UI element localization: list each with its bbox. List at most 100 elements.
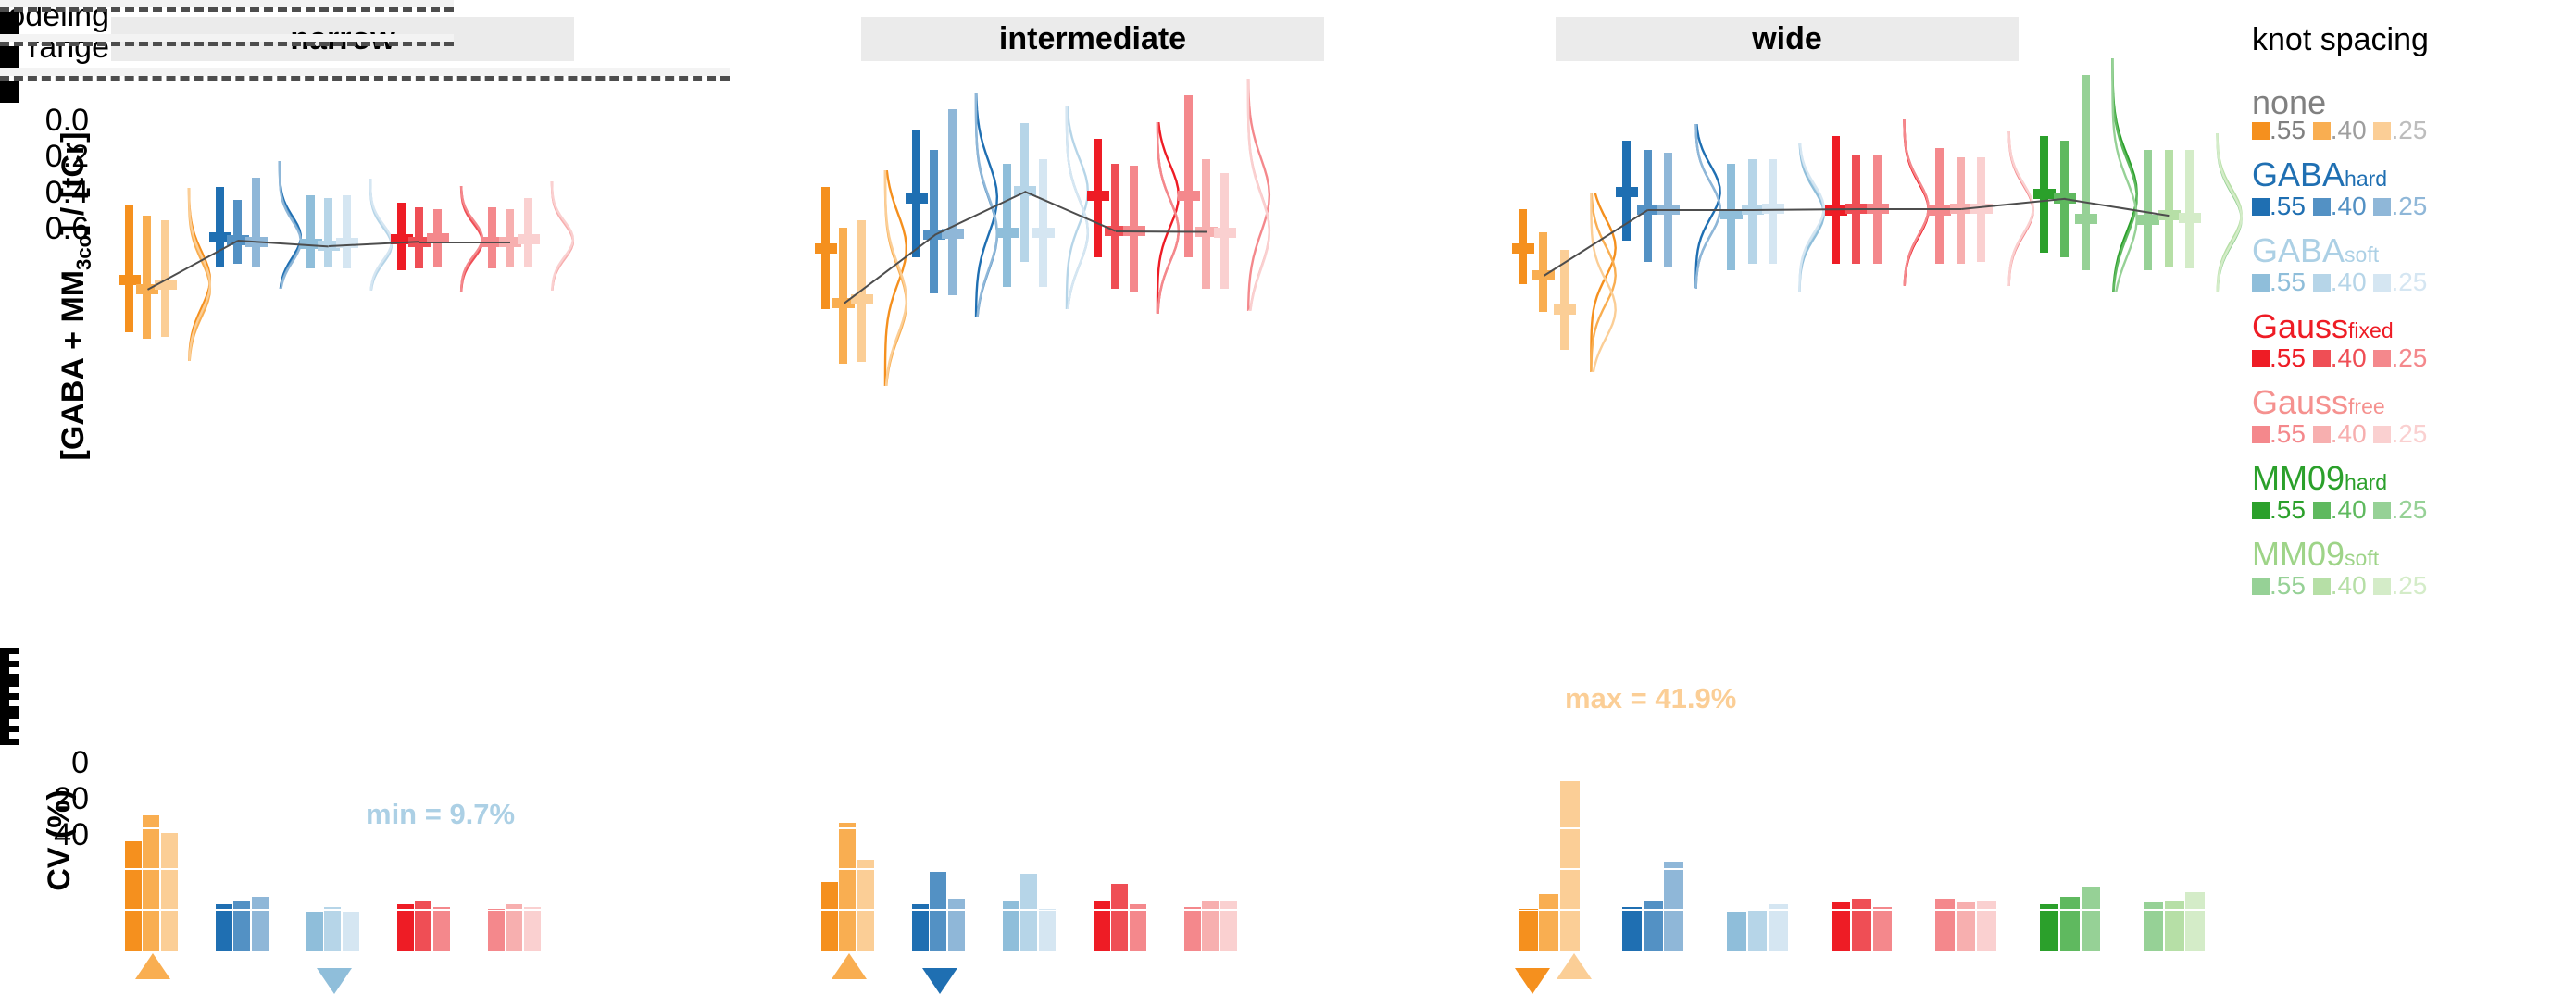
range-bar	[125, 205, 133, 332]
violin-density	[2006, 131, 2037, 286]
legend-swatch-40[interactable]	[2313, 122, 2331, 140]
cv-bar	[1957, 902, 1976, 909]
cv-bar	[324, 907, 341, 909]
median-marker	[1214, 228, 1236, 238]
legend-key-label: .40	[2331, 495, 2367, 524]
legend-swatch-55[interactable]	[2252, 426, 2270, 443]
violin-outline	[279, 161, 300, 289]
legend-swatch-40[interactable]	[2313, 578, 2331, 595]
y-tick-mark-bottom	[0, 648, 19, 654]
violin-outline	[2008, 131, 2032, 286]
median-marker	[2137, 215, 2159, 225]
median-marker	[2075, 214, 2097, 224]
legend-swatch-40[interactable]	[2313, 426, 2331, 443]
legend-swatch-25[interactable]	[2373, 502, 2391, 519]
violin-density	[1901, 119, 1932, 286]
y-tick-mark-bottom	[0, 713, 19, 719]
legend-group-gauss-fixed[interactable]: Gaussfixed.55 .40 .25	[2252, 309, 2576, 372]
legend-key-label: .40	[2331, 116, 2367, 144]
cv-bar	[1560, 781, 1580, 827]
legend-key-row: .55 .40 .25	[2252, 117, 2576, 144]
violin-outline	[1247, 79, 1269, 311]
legend-group-subscript: hard	[2345, 470, 2387, 494]
cv-bar	[2040, 904, 2059, 909]
cv-bar	[857, 860, 874, 868]
violin-outline	[884, 170, 906, 387]
violin-outline	[369, 179, 391, 291]
cv-bar	[930, 872, 946, 909]
y-tick-label-bottom: 0	[0, 745, 89, 781]
legend-group-title: GABAsoft	[2252, 233, 2576, 272]
range-bar	[930, 150, 938, 293]
y-tick-label-top: 0.6	[0, 211, 89, 247]
y-tick-label-top: 0.2	[0, 139, 89, 175]
cv-bar	[1094, 901, 1110, 909]
median-connector	[419, 242, 510, 243]
legend-swatch-55[interactable]	[2252, 502, 2270, 519]
legend-swatch-40[interactable]	[2313, 274, 2331, 292]
cv-bar	[433, 907, 450, 909]
violin-density	[1796, 143, 1828, 292]
legend-swatch-55[interactable]	[2252, 350, 2270, 367]
cv-bar	[1852, 899, 1871, 909]
legend-group-subscript: soft	[2345, 242, 2379, 267]
legend-swatch-25[interactable]	[2373, 274, 2391, 292]
legend-swatch-25[interactable]	[2373, 578, 2391, 595]
cv-bar	[1560, 829, 1580, 868]
cv-bar	[252, 897, 269, 909]
legend-swatch-40[interactable]	[2313, 350, 2331, 367]
legend-group-gauss-free[interactable]: Gaussfree.55 .40 .25	[2252, 385, 2576, 448]
legend-key-row: .55 .40 .25	[2252, 572, 2576, 600]
cv-bar	[1202, 911, 1219, 951]
legend-group-none[interactable]: none.55 .40 .25	[2252, 85, 2576, 144]
range-bar	[1184, 95, 1193, 257]
legend-swatch-25[interactable]	[2373, 198, 2391, 216]
median-marker	[2033, 189, 2056, 199]
legend-group-name: MM09	[2252, 459, 2345, 497]
legend-key-label: .25	[2391, 192, 2427, 220]
legend-group-subscript: soft	[2345, 546, 2379, 570]
legend-swatch-40[interactable]	[2313, 502, 2331, 519]
cv-bar	[1184, 907, 1201, 909]
violin-density	[549, 181, 576, 291]
legend-key-label: .40	[2331, 571, 2367, 600]
cv-bar	[1664, 911, 1683, 951]
cv-bar	[1832, 911, 1851, 951]
cv-bar	[1644, 911, 1663, 951]
median-marker	[2179, 213, 2201, 223]
y-tick-mark-bottom	[0, 693, 19, 700]
legend-group-name: GABA	[2252, 231, 2345, 269]
cv-bar	[1039, 911, 1056, 951]
legend-swatch-55[interactable]	[2252, 198, 2270, 216]
range-bar	[343, 195, 351, 268]
legend-key-label: .55	[2270, 495, 2306, 524]
legend-swatch-55[interactable]	[2252, 578, 2270, 595]
range-bar	[839, 228, 847, 365]
cv-bar	[1130, 911, 1146, 951]
cv-bar	[506, 904, 522, 909]
cv-bar	[2165, 911, 2184, 951]
cv-bar	[524, 911, 541, 951]
legend-group-gaba-soft[interactable]: GABAsoft.55 .40 .25	[2252, 233, 2576, 296]
legend-swatch-40[interactable]	[2313, 198, 2331, 216]
cv-bar	[1560, 911, 1580, 951]
range-bar	[524, 198, 532, 267]
legend-group-mm09-soft[interactable]: MM09soft.55 .40 .25	[2252, 537, 2576, 600]
legend-group-gaba-hard[interactable]: GABAhard.55 .40 .25	[2252, 157, 2576, 220]
cv-bar	[2185, 892, 2205, 909]
cv-bar	[433, 911, 450, 951]
cv-bar	[1935, 911, 1955, 951]
legend-swatch-55[interactable]	[2252, 274, 2270, 292]
legend-swatch-25[interactable]	[2373, 426, 2391, 443]
range-bar	[1202, 159, 1210, 289]
cv-bar	[839, 870, 856, 909]
legend-swatch-25[interactable]	[2373, 350, 2391, 367]
cv-bar	[125, 911, 142, 951]
range-bar	[324, 198, 332, 267]
cv-bar	[252, 911, 269, 951]
legend-swatch-25[interactable]	[2373, 122, 2391, 140]
cv-bar	[1852, 911, 1871, 951]
legend-swatch-55[interactable]	[2252, 122, 2270, 140]
violin-outline	[1904, 119, 1928, 286]
legend-group-mm09-hard[interactable]: MM09hard.55 .40 .25	[2252, 461, 2576, 524]
